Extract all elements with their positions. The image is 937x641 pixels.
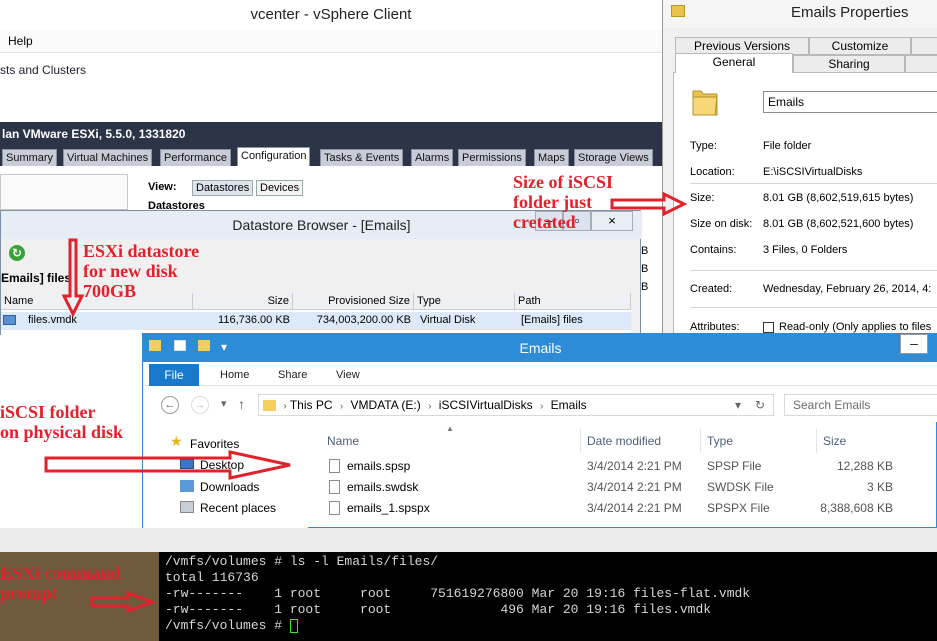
arrow-to-size — [610, 191, 688, 217]
arrow-to-datastore — [61, 238, 85, 318]
tab-general[interactable]: General — [675, 53, 793, 73]
annotation-arrows — [44, 191, 688, 614]
arrow-to-files — [44, 450, 291, 480]
arrow-to-terminal — [90, 590, 157, 614]
